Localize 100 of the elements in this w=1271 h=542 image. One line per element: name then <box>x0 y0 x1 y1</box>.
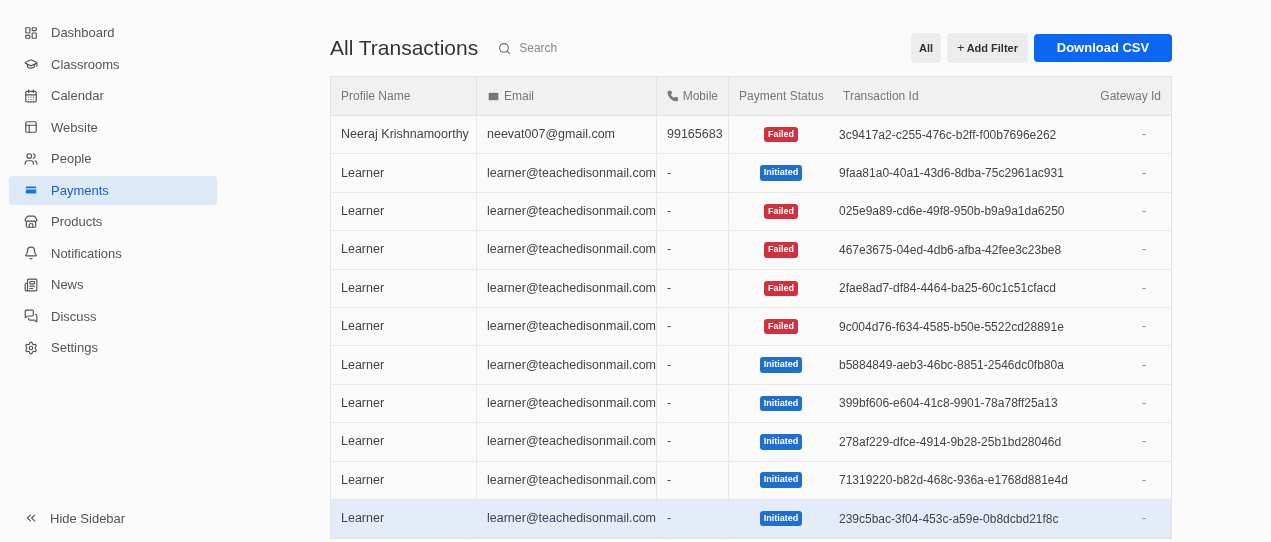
table-cell-text: 71319220-b82d-468c-936a-e1768d881e4d <box>839 472 1068 490</box>
dashboard-icon <box>24 25 38 40</box>
table-row[interactable]: Learner learner@teachedisonmail.com - Initiated b5884849-aeb3-46bc-8851-2546dc0fb80a - <box>331 346 1171 385</box>
table-cell-text: Learner <box>341 356 385 374</box>
sidebar-item[interactable]: Website <box>9 112 217 142</box>
table-row[interactable]: Learner learner@teachedisonmail.com - Failed 2fae8ad7-df84-4464-ba25-60c1c51cfacd - <box>331 269 1171 308</box>
search-field[interactable]: Search <box>519 39 670 57</box>
chat-icon <box>24 309 38 324</box>
column-header[interactable]: Payment Status <box>739 87 824 105</box>
table-cell-text: 3c9417a2-c255-476c-b2ff-f00b7696e262 <box>839 126 1057 144</box>
table-cell-text: - <box>667 279 672 297</box>
hide-sidebar-button[interactable]: Hide Sidebar <box>0 508 330 528</box>
status-badge: Initiated <box>759 165 803 181</box>
table-cell-text: - <box>667 356 672 374</box>
status-badge: Initiated <box>759 434 803 450</box>
table-cell-text: Neeraj Krishnamoorthy <box>341 126 469 144</box>
settings-icon <box>24 340 38 355</box>
graduation-cap-icon <box>24 57 38 72</box>
table-row[interactable]: Learner learner@teachedisonmail.com - Initiated 239c5bac-3f04-453c-a59e-0b8dcbd21f8c - <box>331 499 1171 539</box>
table-cell-text: Learner <box>341 279 385 297</box>
search-icon <box>498 41 512 55</box>
table-cell-text: Learner <box>341 471 385 489</box>
newspaper-icon <box>24 277 38 292</box>
bell-icon <box>24 246 38 261</box>
table-cell-text: - <box>1141 203 1147 221</box>
table-cell-text: learner@teachedisonmail.com <box>487 279 657 297</box>
column-header[interactable]: Email <box>504 87 534 105</box>
table-cell-text: 9c004d76-f634-4585-b50e-5522cd28891e <box>839 318 1064 336</box>
sidebar-item[interactable]: Payments <box>9 175 217 205</box>
column-header[interactable]: Transaction Id <box>843 87 919 105</box>
status-badge: Initiated <box>759 472 803 488</box>
table-cell-text: Learner <box>341 203 385 221</box>
table-row[interactable]: Learner learner@teachedisonmail.com - Initiated 278af229-dfce-4914-9b28-25b1bd28046d - <box>331 423 1171 462</box>
sidebar-item[interactable]: News <box>9 270 217 300</box>
table-cell-text: Learner <box>341 510 385 528</box>
table-row[interactable]: Neeraj Krishnamoorthy neevat007@gmail.com 99165683 Failed 3c9417a2-c255-476c-b2ff-f00b7696e262 - <box>331 116 1171 155</box>
table-cell-text: learner@teachedisonmail.com <box>487 241 657 259</box>
status-badge: Failed <box>764 318 798 335</box>
status-badge: Failed <box>764 126 798 143</box>
add-filter-button[interactable]: +Add Filter <box>947 33 1028 63</box>
table-cell-text: - <box>1141 395 1147 413</box>
table-cell-text: - <box>1141 471 1147 489</box>
table-cell-text: - <box>1141 433 1147 451</box>
table-cell-text: learner@teachedisonmail.com <box>487 433 657 451</box>
table-cell-text: - <box>1141 356 1147 374</box>
sidebar-item[interactable]: Notifications <box>9 238 217 268</box>
table-cell-text: - <box>1141 164 1147 182</box>
table-row[interactable]: Learner learner@teachedisonmail.com - Failed 467e3675-04ed-4db6-afba-42fee3c23be8 - <box>331 231 1171 270</box>
layout-icon <box>24 120 38 135</box>
phone-icon <box>667 90 679 102</box>
table-cell-text: - <box>1141 241 1147 259</box>
column-header[interactable]: Profile Name <box>341 87 411 105</box>
table-cell-text: learner@teachedisonmail.com <box>487 471 657 489</box>
status-badge: Failed <box>764 242 798 258</box>
table-cell-text: learner@teachedisonmail.com <box>487 395 657 413</box>
table-cell-text: - <box>667 164 672 182</box>
table-row[interactable]: Learner learner@teachedisonmail.com - Failed 9c004d76-f634-4585-b50e-5522cd28891e - <box>331 307 1171 347</box>
sidebar-item[interactable]: Classrooms <box>9 49 217 79</box>
sidebar-item[interactable]: Dashboard <box>9 18 217 48</box>
sidebar-item[interactable]: People <box>9 144 217 174</box>
column-header[interactable]: Mobile <box>682 87 718 105</box>
table-cell-text: Learner <box>341 164 385 182</box>
all-filter-button[interactable]: All <box>911 33 942 63</box>
table-cell-text: - <box>1141 318 1147 336</box>
table-cell-text: Learner <box>341 318 385 336</box>
table-cell-text: - <box>1141 510 1147 528</box>
table-row[interactable]: Learner learner@teachedisonmail.com - Initiated 71319220-b82d-468c-936a-e1768d881e4d - <box>331 461 1171 500</box>
table-cell-text: 2fae8ad7-df84-4464-ba25-60c1c51cfacd <box>839 280 1056 298</box>
table-cell-text: 239c5bac-3f04-453c-a59e-0b8dcbd21f8c <box>839 510 1059 528</box>
sidebar-item[interactable]: Discuss <box>9 301 217 331</box>
status-badge: Initiated <box>759 357 803 373</box>
table-cell-text: Learner <box>341 241 385 259</box>
table-row[interactable]: Learner learner@teachedisonmail.com - Initiated 399bf606-e604-41c8-9901-78a78ff25a13 - <box>331 384 1171 424</box>
table-cell-text: - <box>667 241 672 259</box>
sidebar-item[interactable]: Products <box>9 207 217 237</box>
table-cell-text: b5884849-aeb3-46bc-8851-2546dc0fb80a <box>839 357 1064 375</box>
table-cell-text: - <box>667 433 672 451</box>
table-cell-text: Learner <box>341 433 385 451</box>
table-cell-text: learner@teachedisonmail.com <box>487 164 657 182</box>
table-cell-text: 399bf606-e604-41c8-9901-78a78ff25a13 <box>839 395 1058 413</box>
table-cell-text: - <box>667 471 672 489</box>
sidebar-item[interactable]: Settings <box>9 333 217 363</box>
table-cell-text: - <box>1141 279 1147 297</box>
table-cell-text: neevat007@gmail.com <box>487 126 616 144</box>
sidebar-item[interactable]: Calendar <box>9 81 217 111</box>
download-csv-button[interactable]: Download CSV <box>1034 34 1172 62</box>
column-header[interactable]: Gateway Id <box>1100 87 1161 105</box>
table-row[interactable]: Learner learner@teachedisonmail.com - Failed 025e9a89-cd6e-49f8-950b-b9a9a1da6250 - <box>331 192 1171 232</box>
table-cell-text: - <box>1141 126 1147 144</box>
table-cell-text: learner@teachedisonmail.com <box>487 203 657 221</box>
table-row[interactable]: Learner learner@teachedisonmail.com - Initiated 9faa81a0-40a1-43d6-8dba-75c2961ac931 - <box>331 154 1171 193</box>
table-cell-text: - <box>667 510 672 528</box>
table-cell-text: - <box>667 395 672 413</box>
status-badge: Failed <box>764 280 798 296</box>
status-badge: Initiated <box>759 510 803 527</box>
table-cell-text: - <box>667 203 672 221</box>
status-badge: Failed <box>764 203 798 220</box>
people-icon <box>24 151 38 166</box>
table-cell-text: Learner <box>341 395 385 413</box>
table-cell-text: learner@teachedisonmail.com <box>487 356 657 374</box>
